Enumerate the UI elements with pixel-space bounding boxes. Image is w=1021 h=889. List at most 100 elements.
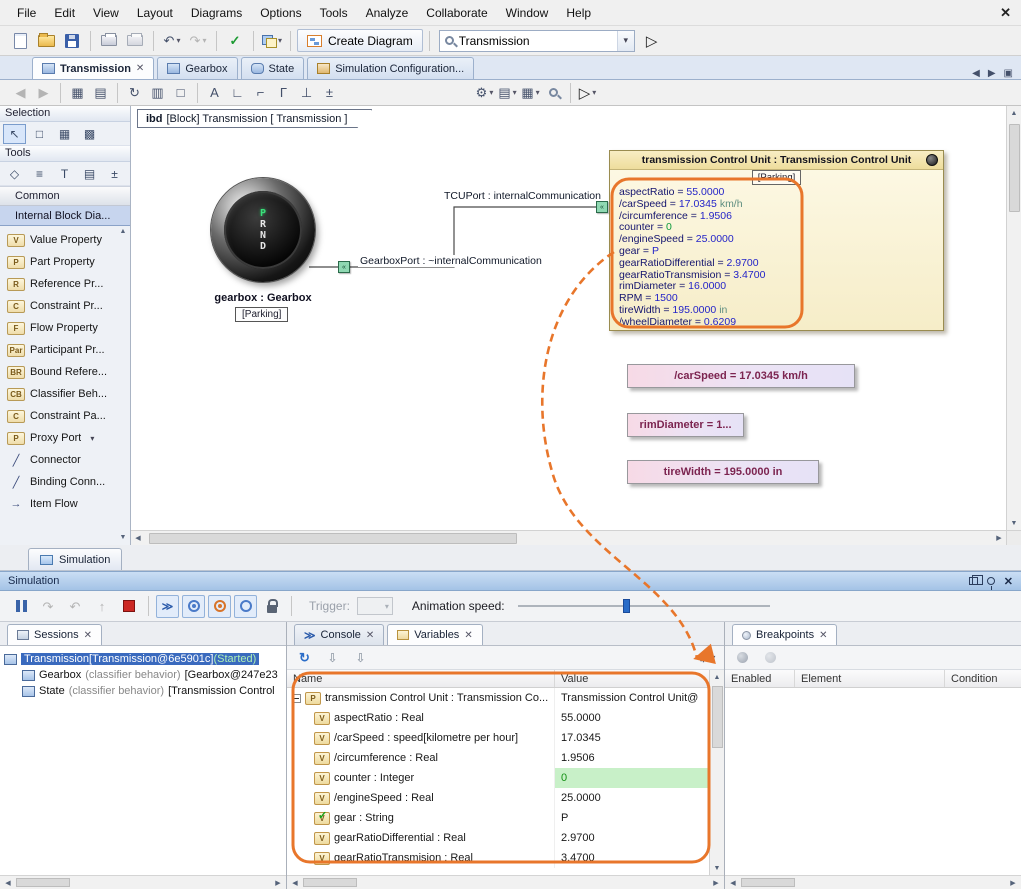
tab-close-icon[interactable]: ✕ — [366, 630, 374, 641]
remove-breakpoint-button[interactable] — [760, 647, 781, 668]
lasso-tool-button[interactable]: □ — [28, 124, 51, 144]
palette-item-constraint-property[interactable]: CConstraint Pr... — [0, 295, 116, 317]
session-row-state[interactable]: State(classifier behavior) [Transmission… — [0, 683, 286, 699]
create-diagram-button[interactable]: Create Diagram — [297, 29, 423, 52]
menu-collaborate[interactable]: Collaborate — [417, 2, 496, 24]
menu-layout[interactable]: Layout — [128, 2, 182, 24]
menu-options[interactable]: Options — [251, 2, 310, 24]
clipboard-button[interactable]: ▥ — [147, 82, 168, 103]
display-mode-button[interactable]: ▤▾ — [497, 82, 518, 103]
variables-vertical-scrollbar[interactable]: ▲ ▼ — [709, 670, 724, 875]
scroll-left-icon[interactable]: ◀ — [131, 531, 145, 545]
element-search-combo[interactable]: ▾ — [439, 30, 635, 52]
open-project-button[interactable] — [34, 29, 58, 53]
variable-row-gear[interactable]: V✓gear : String P — [287, 808, 709, 828]
print-preview-button[interactable] — [123, 29, 147, 53]
layers-dropdown-icon[interactable]: ▾ — [278, 36, 282, 45]
scroll-right-icon[interactable]: ▶ — [709, 876, 723, 889]
snap-tool-button[interactable]: ▩ — [78, 124, 101, 144]
step-over-button[interactable]: ↷ — [36, 594, 60, 618]
cursor-tool-button[interactable]: ↖ — [3, 124, 26, 144]
export-html-button[interactable]: ⇩ — [350, 647, 371, 668]
redo-dropdown-icon[interactable]: ▾ — [202, 36, 206, 45]
ortho-path-button[interactable]: Γ — [273, 82, 294, 103]
palette-item-participant-property[interactable]: ParParticipant Pr... — [0, 339, 116, 361]
refresh-diagram-button[interactable]: ↻ — [124, 82, 145, 103]
note-button[interactable]: □ — [170, 82, 191, 103]
magnet-tool-button[interactable]: ◇ — [3, 164, 26, 184]
tab-close-icon[interactable]: ✕ — [464, 630, 472, 641]
session-row-gearbox[interactable]: Gearbox(classifier behavior) [Gearbox@24… — [0, 667, 286, 683]
tab-state[interactable]: State — [241, 57, 305, 79]
decimal-places-toggle-button[interactable] — [234, 595, 257, 618]
palette-item-connector[interactable]: ╱Connector — [0, 449, 116, 471]
pin-panel-icon[interactable] — [987, 577, 995, 585]
variable-row-enginespeed[interactable]: V/engineSpeed : Real 25.0000 — [287, 788, 709, 808]
animation-speed-slider[interactable] — [518, 597, 770, 615]
palette-item-constraint-parameter[interactable]: CConstraint Pa... — [0, 405, 116, 427]
scroll-up-icon[interactable]: ▲ — [1007, 106, 1021, 120]
options-dropdown-icon[interactable]: ▾ — [489, 88, 493, 97]
collapse-icon[interactable] — [292, 694, 301, 703]
gearbox-knob-image[interactable]: P R N D — [211, 178, 315, 282]
palette-item-part-property[interactable]: PPart Property — [0, 251, 116, 273]
window-close-icon[interactable]: ✕ — [1000, 5, 1011, 21]
tab-simulation-configuration[interactable]: Simulation Configuration... — [307, 57, 474, 79]
align-tool-button[interactable]: ≡ — [28, 164, 51, 184]
undo-dropdown-icon[interactable]: ▾ — [176, 36, 180, 45]
column-header-value[interactable]: Value — [555, 670, 709, 687]
text-tool-button[interactable]: A — [204, 82, 225, 103]
transmission-control-unit-block[interactable]: transmission Control Unit : Transmission… — [609, 150, 944, 331]
canvas-horizontal-scrollbar[interactable]: ◀ ▶ — [131, 530, 1006, 545]
animate-toggle-button[interactable]: ≫ — [156, 595, 179, 618]
layout-button[interactable]: ▦▾ — [520, 82, 541, 103]
diagram-canvas[interactable]: ibd [Block] Transmission [ Transmission … — [131, 106, 1021, 545]
internal-block-diagram-group[interactable]: Internal Block Dia... — [0, 206, 130, 226]
execute-dropdown-icon[interactable]: ▾ — [592, 88, 596, 97]
execute-button[interactable]: ▷▾ — [577, 82, 598, 103]
horizontal-scroll-thumb[interactable] — [149, 533, 517, 544]
tab-close-icon[interactable]: ✕ — [84, 630, 92, 641]
scroll-up-icon[interactable]: ▲ — [710, 670, 724, 684]
save-button[interactable] — [60, 29, 84, 53]
sessions-horizontal-scrollbar[interactable]: ◀ ▶ — [0, 875, 286, 889]
tirewidth-value-box[interactable]: tireWidth = 195.0000 in — [627, 460, 819, 484]
refresh-variables-button[interactable]: ↻ — [294, 647, 315, 668]
perpendicular-button[interactable]: ⊥ — [296, 82, 317, 103]
variable-row-circumference[interactable]: V/circumference : Real 1.9506 — [287, 748, 709, 768]
pause-button[interactable] — [9, 594, 33, 618]
column-header-enabled[interactable]: Enabled — [725, 670, 795, 687]
tcu-port-label[interactable]: TCUPort : internalCommunication — [442, 190, 603, 202]
structure-button[interactable]: ▤ — [90, 82, 111, 103]
variable-row-carspeed[interactable]: V/carSpeed : speed[kilometre per hour] 1… — [287, 728, 709, 748]
palette-item-binding-connector[interactable]: ╱Binding Conn... — [0, 471, 116, 493]
tab-scroll-right-icon[interactable]: ▶ — [988, 68, 996, 79]
variable-row-gearratiotransmision[interactable]: VgearRatioTransmision : Real 3.4700 — [287, 848, 709, 868]
menu-tools[interactable]: Tools — [311, 2, 357, 24]
proxy-port-dropdown-icon[interactable]: ▾ — [90, 434, 94, 443]
palette-item-proxy-port[interactable]: PProxy Port▾ — [0, 427, 116, 449]
add-breakpoint-button[interactable] — [732, 647, 753, 668]
tab-close-icon[interactable]: ✕ — [136, 63, 144, 74]
palette-scroll-up-icon[interactable]: ▲ — [120, 228, 127, 235]
menu-file[interactable]: File — [8, 2, 45, 24]
variable-row-aspectratio[interactable]: VaspectRatio : Real 55.0000 — [287, 708, 709, 728]
palette-item-flow-property[interactable]: FFlow Property — [0, 317, 116, 339]
scroll-right-icon[interactable]: ▶ — [992, 531, 1006, 545]
scroll-left-icon[interactable]: ◀ — [288, 876, 302, 889]
tab-gearbox[interactable]: Gearbox — [157, 57, 237, 79]
image-tool-button[interactable]: ▤ — [78, 164, 101, 184]
tab-close-icon[interactable]: ✕ — [819, 630, 827, 641]
step-out-button[interactable]: ↑ — [90, 594, 114, 618]
menu-diagrams[interactable]: Diagrams — [182, 2, 251, 24]
auto-start-toggle-button[interactable] — [182, 595, 205, 618]
containment-button[interactable]: ▦ — [67, 82, 88, 103]
gearbox-part-label[interactable]: gearbox : Gearbox — [163, 292, 363, 304]
menu-help[interactable]: Help — [557, 2, 600, 24]
float-panel-icon[interactable] — [969, 577, 978, 585]
column-header-condition[interactable]: Condition — [945, 670, 1021, 687]
gearbox-port[interactable]: « — [338, 261, 350, 273]
adjust-button[interactable]: ± — [319, 82, 340, 103]
palette-item-reference-property[interactable]: RReference Pr... — [0, 273, 116, 295]
menu-view[interactable]: View — [84, 2, 128, 24]
